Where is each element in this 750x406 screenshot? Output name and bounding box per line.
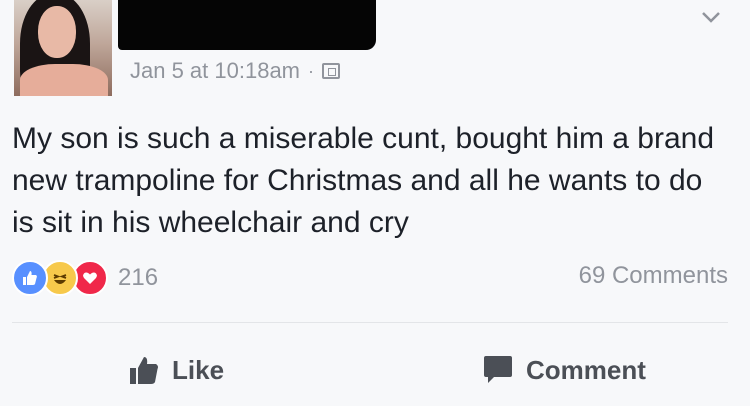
comment-count[interactable]: 69 Comments: [579, 262, 728, 290]
post-meta: Jan 5 at 10:18am ·: [130, 56, 341, 86]
meta-separator: ·: [308, 60, 315, 81]
like-reaction-icon: [12, 260, 48, 296]
post-text: My son is such a miserable cunt, bought …: [12, 122, 715, 239]
chevron-down-icon[interactable]: [700, 6, 722, 28]
divider: [12, 322, 728, 323]
comment-button-label: Comment: [526, 354, 646, 385]
facebook-post: Jan 5 at 10:18am · My son is such a mise…: [0, 0, 750, 406]
avatar-shoulder: [20, 64, 108, 96]
comment-bubble-icon: [484, 356, 512, 383]
thumbs-up-icon: [130, 357, 158, 384]
like-button-label: Like: [172, 354, 225, 385]
avatar-face: [38, 6, 76, 58]
post-timestamp[interactable]: Jan 5 at 10:18am: [130, 58, 300, 84]
reaction-count: 216: [118, 264, 159, 291]
redacted-author-name: [118, 0, 376, 50]
comment-button[interactable]: Comment: [482, 350, 646, 390]
globe-icon: [322, 63, 341, 79]
reactions-summary[interactable]: 216: [12, 260, 158, 296]
like-button[interactable]: Like: [128, 350, 224, 390]
avatar[interactable]: [14, 0, 112, 96]
